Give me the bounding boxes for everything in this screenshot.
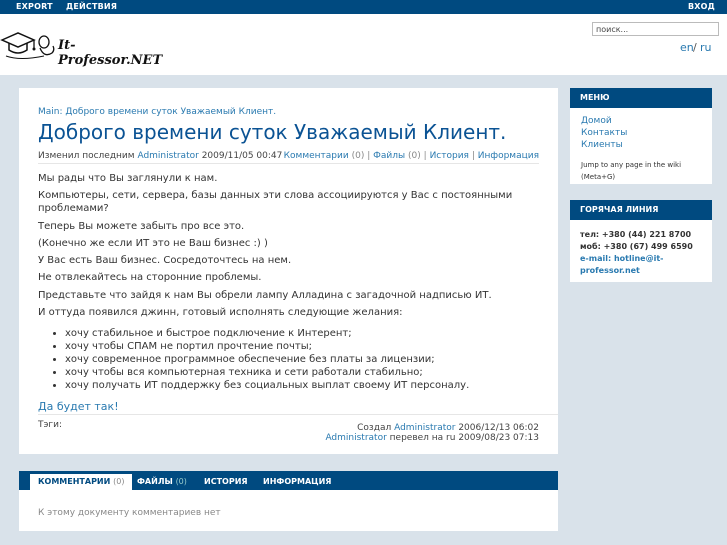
paragraph: (Конечно же если ИТ это не Ваш бизнес :)… [38, 238, 268, 249]
divider [38, 414, 558, 415]
tags-label: Тэги: [38, 420, 63, 430]
tab-count: (0) [175, 477, 187, 486]
tab-label: КОММЕНТАРИИ [38, 477, 111, 486]
lang-ru-link[interactable]: ru [700, 41, 712, 54]
hotline-email[interactable]: e-mail: hotline@it-professor.net [580, 253, 700, 277]
no-comments-text: К этому документу комментариев нет [38, 508, 221, 518]
tab-label: ИНФОРМАЦИЯ [263, 477, 332, 486]
hotline-phone: тел: +380 (44) 221 8700 [580, 230, 692, 239]
list-item: хочу чтобы вся компьютерная техника и се… [65, 366, 469, 379]
created-author[interactable]: Administrator [394, 423, 455, 433]
created-info: Создал Administrator 2006/12/13 06:02 [357, 423, 539, 433]
lang-en-link[interactable]: en [680, 41, 694, 54]
jump-hint: Jump to any page in the wiki [581, 161, 682, 169]
list-item: хочу стабильное и быстрое подключение к … [65, 327, 469, 340]
tab-comments-bottom[interactable]: КОММЕНТАРИИ (0) [30, 474, 133, 490]
last-modified-label: Изменил последним [38, 151, 135, 161]
tab-sep: | [471, 151, 475, 161]
created-label: Создал [357, 423, 392, 433]
main-content: Main: Доброго времени суток Уважаемый Кл… [19, 88, 558, 454]
tab-count: (0) [113, 477, 125, 486]
breadcrumb[interactable]: Main: Доброго времени суток Уважаемый Кл… [38, 107, 276, 117]
created-date: 2006/12/13 06:02 [458, 423, 539, 433]
menu-title: МЕНЮ [570, 88, 712, 108]
tab-sep: | [423, 151, 427, 161]
hotline-title: ГОРЯЧАЯ ЛИНИЯ [570, 200, 712, 220]
divider [38, 163, 539, 164]
paragraph: И оттуда появился джинн, готовый исполня… [38, 307, 403, 318]
tab-info-bottom[interactable]: ИНФОРМАЦИЯ [255, 474, 339, 490]
doc-tabs: Комментарии (0) | Файлы (0) | История | … [284, 151, 539, 161]
tab-files[interactable]: Файлы [373, 151, 405, 161]
translated-info: Administrator перевел на ru 2009/08/23 0… [325, 433, 539, 443]
page-title: Доброго времени суток Уважаемый Клиент. [38, 120, 507, 144]
paragraph: Мы рады что Вы заглянули к нам. [38, 173, 218, 184]
tab-info[interactable]: Информация [478, 151, 539, 161]
paragraph: У Вас есть Ваш бизнес. Сосредоточтесь на… [38, 255, 292, 266]
tab-files-bottom[interactable]: ФАЙЛЫ (0) [129, 474, 195, 490]
jump-shortcut: (Meta+G) [581, 173, 616, 181]
comments-panel: КОММЕНТАРИИ (0) ФАЙЛЫ (0) ИСТОРИЯ ИНФОРМ… [19, 471, 558, 531]
header: It-Professor.NET en / ru [0, 14, 727, 75]
paragraph: Компьютеры, сети, сервера, базы данных э… [38, 190, 513, 214]
translated-text: перевел на ru 2009/08/23 07:13 [389, 433, 539, 443]
translated-author[interactable]: Administrator [325, 433, 386, 443]
site-logo[interactable]: It-Professor.NET [0, 28, 170, 68]
paragraph: Теперь Вы можете забыть про все это. [38, 221, 245, 232]
login-link[interactable]: ВХОД [688, 2, 715, 11]
tab-comments-count: (0) [351, 151, 365, 161]
last-modified: Изменил последним Administrator 2009/11/… [38, 151, 282, 161]
closing-line: Да будет так! [38, 400, 119, 413]
sidebar-item-clients[interactable]: Клиенты [581, 140, 623, 150]
sidebar-item-home[interactable]: Домой [581, 116, 612, 126]
tab-files-count: (0) [408, 151, 421, 161]
sidebar-hotline: ГОРЯЧАЯ ЛИНИЯ тел: +380 (44) 221 8700 мо… [570, 200, 712, 282]
search-input[interactable] [592, 22, 719, 36]
tab-history[interactable]: История [430, 151, 469, 161]
bottom-tabs: КОММЕНТАРИИ (0) ФАЙЛЫ (0) ИСТОРИЯ ИНФОРМ… [19, 471, 558, 490]
logo-text: It-Professor.NET [58, 38, 163, 68]
list-item: хочу получать ИТ поддержку без социальны… [65, 379, 469, 392]
tab-history-bottom[interactable]: ИСТОРИЯ [196, 474, 256, 490]
paragraph: Не отвлекайтесь на сторонние проблемы. [38, 272, 262, 283]
export-menu[interactable]: EXPORT [16, 2, 53, 11]
paragraph: Представьте что зайдя к нам Вы обрели ла… [38, 290, 492, 301]
last-modified-date: 2009/11/05 00:47 [201, 151, 283, 161]
sidebar-menu: МЕНЮ Домой Контакты Клиенты Jump to any … [570, 88, 712, 184]
tab-sep: | [367, 151, 371, 161]
tab-label: ИСТОРИЯ [204, 477, 248, 486]
last-modified-author[interactable]: Administrator [137, 151, 198, 161]
wishes-list: хочу стабильное и быстрое подключение к … [47, 327, 469, 392]
sidebar-item-contacts[interactable]: Контакты [581, 128, 627, 138]
top-bar: EXPORT ДЕЙСТВИЯ ВХОД [0, 0, 727, 14]
tab-comments[interactable]: Комментарии [284, 151, 349, 161]
lang-separator: / [693, 41, 697, 54]
professor-logo-icon [0, 32, 55, 59]
list-item: хочу чтобы СПАМ не портил прочтение почт… [65, 340, 469, 353]
actions-menu[interactable]: ДЕЙСТВИЯ [66, 2, 117, 11]
tab-label: ФАЙЛЫ [137, 477, 173, 486]
list-item: хочу современное программное обеспечение… [65, 353, 469, 366]
hotline-mobile: моб: +380 (67) 499 6590 [580, 242, 693, 251]
